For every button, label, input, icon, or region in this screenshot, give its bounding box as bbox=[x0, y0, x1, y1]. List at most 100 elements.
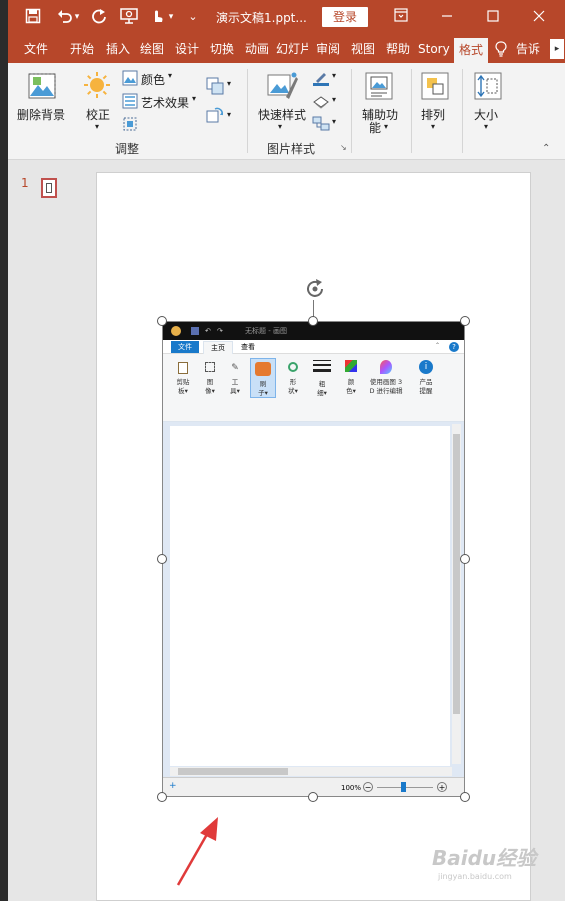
paint-tool-label: 板▾ bbox=[178, 387, 188, 395]
resize-handle-top[interactable] bbox=[308, 316, 318, 326]
tab-view[interactable]: 视图 bbox=[347, 35, 379, 63]
baidu-watermark: Baidu经验 jingyan.baidu.com bbox=[432, 838, 562, 890]
paint-tool-label: 使用画图 3 bbox=[369, 378, 403, 386]
undo-dropdown-icon[interactable]: ▾ bbox=[72, 8, 82, 26]
inserted-picture[interactable]: ↶ ↷ 无标题 - 画图 文件 主页 查看 ⌃ ? 剪贴 板▾ 图 像▾ ✎ 工… bbox=[162, 321, 465, 797]
artistic-effects-icon[interactable] bbox=[122, 93, 138, 112]
arrange-button[interactable]: 排列 bbox=[421, 106, 445, 123]
color-dropdown-icon[interactable]: ▾ bbox=[168, 71, 172, 80]
rotate-handle-icon[interactable] bbox=[303, 277, 327, 301]
paint-tab-file: 文件 bbox=[171, 341, 199, 353]
tab-home[interactable]: 开始 bbox=[64, 35, 100, 63]
close-icon[interactable] bbox=[530, 8, 548, 26]
picture-layout-icon[interactable] bbox=[312, 116, 330, 135]
remove-background-icon[interactable] bbox=[27, 71, 57, 104]
tab-animations[interactable]: 动画 bbox=[241, 35, 273, 63]
ribbon-display-options-icon[interactable] bbox=[392, 8, 410, 26]
resize-handle-right[interactable] bbox=[460, 554, 470, 564]
tab-design[interactable]: 设计 bbox=[171, 35, 203, 63]
minimize-icon[interactable] bbox=[438, 8, 456, 26]
color-icon[interactable] bbox=[122, 70, 138, 89]
transparency-icon[interactable] bbox=[122, 116, 138, 135]
ribbon-separator bbox=[351, 69, 352, 153]
corrections-sun-icon[interactable] bbox=[83, 71, 111, 102]
customize-toolbar-icon[interactable]: ⌄ bbox=[184, 8, 202, 26]
resize-handle-top-left[interactable] bbox=[157, 316, 167, 326]
resize-handle-bottom-left[interactable] bbox=[157, 792, 167, 802]
paint-tool-label: 产品 bbox=[419, 378, 433, 386]
group-adjust-label: 调整 bbox=[115, 142, 140, 156]
ribbon-separator bbox=[411, 69, 412, 153]
tell-me-label[interactable]: 告诉 bbox=[516, 35, 546, 63]
paint-tab-home: 主页 bbox=[203, 341, 233, 354]
size-icon[interactable] bbox=[473, 71, 503, 104]
alt-text-icon[interactable] bbox=[364, 71, 394, 104]
watermark-brand: Baidu经验 bbox=[432, 846, 537, 870]
size-button[interactable]: 大小 bbox=[474, 106, 498, 123]
accessibility-button-line2[interactable]: 能 bbox=[369, 119, 381, 136]
tab-file[interactable]: 文件 bbox=[14, 35, 58, 63]
artistic-effects-dropdown-icon[interactable]: ▾ bbox=[192, 94, 196, 103]
paint-tool-label: 刷 bbox=[259, 380, 267, 388]
artistic-effects-button[interactable]: 艺术效果 bbox=[141, 94, 189, 111]
color-button[interactable]: 颜色 bbox=[141, 71, 165, 88]
tell-me-icon[interactable] bbox=[492, 35, 510, 63]
slide-thumbnail[interactable] bbox=[41, 178, 57, 198]
annotation-arrow-icon bbox=[170, 815, 225, 890]
quick-styles-icon[interactable] bbox=[266, 71, 298, 104]
remove-background-button[interactable]: 删除背景 bbox=[17, 106, 65, 123]
arrange-dropdown-icon[interactable]: ▾ bbox=[431, 122, 435, 131]
redo-icon[interactable] bbox=[90, 8, 108, 26]
touch-dropdown-icon[interactable]: ▾ bbox=[166, 8, 176, 26]
tab-format[interactable]: 格式 bbox=[454, 38, 488, 63]
collapse-ribbon-icon[interactable]: ⌃ bbox=[542, 143, 550, 154]
resize-handle-top-right[interactable] bbox=[460, 316, 470, 326]
corrections-button[interactable]: 校正 bbox=[86, 106, 110, 123]
picture-border-icon[interactable] bbox=[312, 70, 330, 89]
tab-transitions[interactable]: 切换 bbox=[206, 35, 238, 63]
paint-tool-label: D 进行编辑 bbox=[369, 387, 403, 395]
maximize-icon[interactable] bbox=[484, 8, 502, 26]
tab-help[interactable]: 帮助 bbox=[382, 35, 414, 63]
effects-dropdown-icon[interactable]: ▾ bbox=[332, 95, 336, 104]
corrections-dropdown-icon[interactable]: ▾ bbox=[95, 122, 99, 131]
change-picture-dropdown-icon[interactable]: ▾ bbox=[227, 110, 231, 119]
compress-pictures-icon[interactable] bbox=[206, 77, 224, 98]
border-dropdown-icon[interactable]: ▾ bbox=[332, 71, 336, 80]
info-icon: i bbox=[419, 360, 433, 374]
present-icon[interactable] bbox=[120, 8, 138, 26]
paint-size-tool: 粗 细▾ bbox=[308, 360, 336, 398]
quick-styles-dropdown-icon[interactable]: ▾ bbox=[278, 122, 282, 131]
paint-tool-label: 子▾ bbox=[258, 389, 268, 397]
paint-tool-label: 剪贴 bbox=[176, 378, 190, 386]
tab-storyline[interactable]: Story bbox=[418, 35, 452, 63]
shapes-icon bbox=[288, 362, 298, 372]
resize-handle-bottom-right[interactable] bbox=[460, 792, 470, 802]
paint-tool-label: 提醒 bbox=[419, 387, 433, 395]
paint-colors-tool: 颜 色▾ bbox=[340, 360, 362, 396]
compress-dropdown-icon[interactable]: ▾ bbox=[227, 79, 231, 88]
change-picture-icon[interactable] bbox=[206, 107, 224, 128]
tab-draw[interactable]: 绘图 bbox=[136, 35, 168, 63]
tab-scroll-right-icon[interactable]: ▸ bbox=[550, 39, 564, 59]
paint-tool-label: 图 bbox=[206, 378, 214, 386]
login-button[interactable]: 登录 bbox=[322, 7, 368, 27]
tab-review[interactable]: 审阅 bbox=[312, 35, 344, 63]
group-picture-styles-label: 图片样式 bbox=[267, 142, 316, 156]
size-dropdown-icon[interactable]: ▾ bbox=[484, 122, 488, 131]
line-width-icon bbox=[313, 360, 331, 374]
tab-slideshow[interactable]: 幻灯片 bbox=[276, 35, 308, 63]
resize-handle-bottom[interactable] bbox=[308, 792, 318, 802]
accessibility-dropdown-icon[interactable]: ▾ bbox=[384, 122, 388, 131]
quick-styles-button[interactable]: 快速样式 bbox=[258, 106, 306, 123]
ribbon: 删除背景 校正 ▾ 颜色 ▾ 艺术效果 ▾ ▾ ▾ 调整 快速样式 ▾ ▾ ▾ … bbox=[8, 63, 565, 160]
arrange-icon[interactable] bbox=[420, 71, 450, 104]
save-icon[interactable] bbox=[24, 8, 42, 26]
layout-dropdown-icon[interactable]: ▾ bbox=[332, 117, 336, 126]
paint-horizontal-scrollbar bbox=[170, 767, 452, 776]
touch-mode-icon[interactable] bbox=[148, 8, 166, 26]
picture-styles-launcher-icon[interactable]: ↘ bbox=[340, 143, 347, 152]
picture-effects-icon[interactable] bbox=[312, 94, 330, 113]
tab-insert[interactable]: 插入 bbox=[102, 35, 134, 63]
resize-handle-left[interactable] bbox=[157, 554, 167, 564]
